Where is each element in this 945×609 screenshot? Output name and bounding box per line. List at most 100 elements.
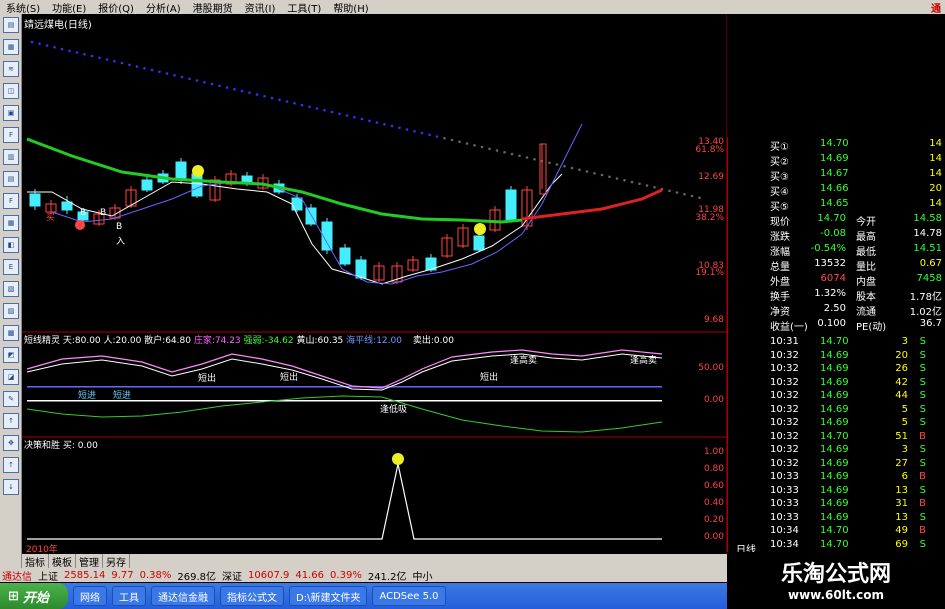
taskbar-item[interactable]: 指标公式文 — [220, 586, 284, 606]
price-axis-label: 9.68 — [704, 315, 724, 325]
toolbar-button-5[interactable]: ▣ — [3, 105, 19, 121]
toolbar-button-18[interactable]: ✎ — [3, 391, 19, 407]
toolbar-button-3[interactable]: ≋ — [3, 61, 19, 77]
toolbar-button-9[interactable]: F — [3, 193, 19, 209]
stat-value: 2.50 — [823, 303, 846, 314]
taskbar-item[interactable]: 通达信金融 — [151, 586, 215, 606]
quote-stat-row: 换手 1.32% 股本 1.78亿 — [728, 287, 945, 303]
trend-dot — [255, 93, 259, 96]
toolbar-button-14[interactable]: ▨ — [3, 303, 19, 319]
trend-dot — [98, 56, 101, 60]
menu-quote[interactable]: 报价(Q) — [92, 0, 140, 15]
tick-time: 10:32 — [770, 444, 799, 455]
signal-label: 短出 — [480, 373, 499, 383]
toolbar-button-6[interactable]: F — [3, 127, 19, 143]
stat-value: 0.100 — [817, 318, 846, 329]
chart-area[interactable]: 13.4061.8%12.6911.9838.2%10.8319.1%9.68 … — [22, 14, 727, 554]
toolbar-button-4[interactable]: ◫ — [3, 83, 19, 99]
toolbar-button-8[interactable]: ▤ — [3, 171, 19, 187]
tab-indicator[interactable]: 指标 — [22, 553, 49, 569]
signal-label: 短进 — [78, 391, 97, 401]
trend-dot — [75, 51, 79, 54]
taskbar-item[interactable]: 工具 — [112, 586, 146, 606]
toolbar-button-22[interactable]: ↓ — [3, 479, 19, 495]
buy-level-row: 买⑤ 14.65 14 — [728, 197, 945, 213]
stat-label: 换手 — [770, 292, 790, 303]
toolbar-button-7[interactable]: ▥ — [3, 149, 19, 165]
tick-time: 10:32 — [770, 430, 799, 442]
signal-label: 短进 — [113, 391, 132, 401]
trend-dot — [458, 140, 461, 144]
trend-dot — [563, 164, 566, 168]
trend-dot — [510, 152, 514, 156]
taskbar-item[interactable]: 网络 — [73, 586, 107, 606]
toolbar-button-13[interactable]: ▧ — [3, 281, 19, 297]
menu-analysis[interactable]: 分析(A) — [140, 0, 187, 15]
tick-side: S — [919, 403, 926, 415]
menu-info[interactable]: 资讯(I) — [239, 0, 282, 15]
toolbar-button-19[interactable]: ↑ — [3, 413, 19, 429]
toolbar-button-12[interactable]: E — [3, 259, 19, 275]
stat-value: 6074 — [820, 273, 846, 284]
trend-dot — [533, 157, 536, 161]
menu-hk-futures[interactable]: 港股期货 — [187, 0, 239, 15]
tick-price: 14.69 — [820, 417, 849, 428]
tick-side: B — [919, 498, 926, 509]
tick-time: 10:33 — [770, 484, 799, 496]
tick-side: B — [919, 525, 926, 536]
toolbar-button-1[interactable]: ▤ — [3, 17, 19, 33]
tab-manage[interactable]: 管理 — [76, 553, 103, 569]
trend-dot — [375, 121, 379, 124]
chart-annotation: B — [80, 208, 87, 218]
candle-body — [291, 197, 303, 211]
tick-volume: 44 — [895, 390, 908, 401]
buy-level-label: 买③ — [770, 172, 789, 183]
toolbar-button-17[interactable]: ◪ — [3, 369, 19, 385]
toolbar-button-11[interactable]: ◧ — [3, 237, 19, 253]
toolbar-button-10[interactable]: ▦ — [3, 215, 19, 231]
tick-price: 14.69 — [820, 403, 849, 415]
trend-dot — [180, 75, 184, 79]
taskbar-item[interactable]: ACDSee 5.0 — [372, 586, 446, 606]
indicator2-axis-label: 0.00 — [704, 532, 724, 542]
tick-side: B — [919, 471, 926, 482]
tick-time: 10:32 — [770, 417, 799, 428]
toolbar-button-21[interactable]: ↑ — [3, 457, 19, 473]
price-axis-label: 38.2% — [695, 213, 724, 223]
menu-help[interactable]: 帮助(H) — [327, 0, 374, 15]
stat-value: 13532 — [814, 258, 846, 269]
menu-system[interactable]: 系统(S) — [0, 0, 46, 15]
brand-label: 通 — [931, 3, 941, 15]
taskbar-item[interactable]: D:\新建文件夹 — [289, 586, 368, 606]
toolbar-button-2[interactable]: ▦ — [3, 39, 19, 55]
tick-price: 14.69 — [820, 471, 849, 482]
indicator2-axis-label: 0.80 — [704, 464, 724, 474]
stat-label: 收益(一) — [770, 322, 808, 333]
trend-dot — [578, 168, 581, 172]
tick-volume: 13 — [895, 511, 908, 523]
tick-time: 10:32 — [770, 376, 799, 388]
trend-dot — [525, 156, 529, 159]
trend-dot — [210, 82, 214, 86]
toolbar-button-15[interactable]: ▩ — [3, 325, 19, 341]
trend-dot — [225, 86, 229, 89]
trend-dot — [45, 44, 49, 47]
status-item: 41.66 — [295, 569, 325, 581]
left-toolbar: ▤ ▦ ≋ ◫ ▣ F ▥ ▤ F ▦ ◧ E ▧ ▨ ▩ ◩ ◪ ✎ ↑ ✥ … — [0, 14, 22, 569]
toolbar-button-20[interactable]: ✥ — [3, 435, 19, 451]
tab-template[interactable]: 模板 — [49, 553, 76, 569]
menu-tools[interactable]: 工具(T) — [281, 0, 327, 15]
toolbar-button-16[interactable]: ◩ — [3, 347, 19, 363]
menu-function[interactable]: 功能(E) — [46, 0, 92, 15]
tab-save-as[interactable]: 另存 — [103, 553, 130, 569]
candle-body — [355, 259, 367, 279]
stat-label: 流通 — [856, 307, 876, 318]
stat-label: 最高 — [856, 232, 876, 243]
tick-price: 14.70 — [820, 430, 849, 442]
trend-dot — [83, 52, 86, 56]
menu-bar: 系统(S) 功能(E) 报价(Q) 分析(A) 港股期货 资讯(I) 工具(T)… — [0, 0, 945, 15]
candle-body — [141, 179, 153, 191]
start-button[interactable]: ⊞ 开始 — [0, 583, 68, 609]
stat-label: 今开 — [856, 217, 876, 228]
indicator1-header-item: 卖出:0.00 — [412, 336, 454, 346]
